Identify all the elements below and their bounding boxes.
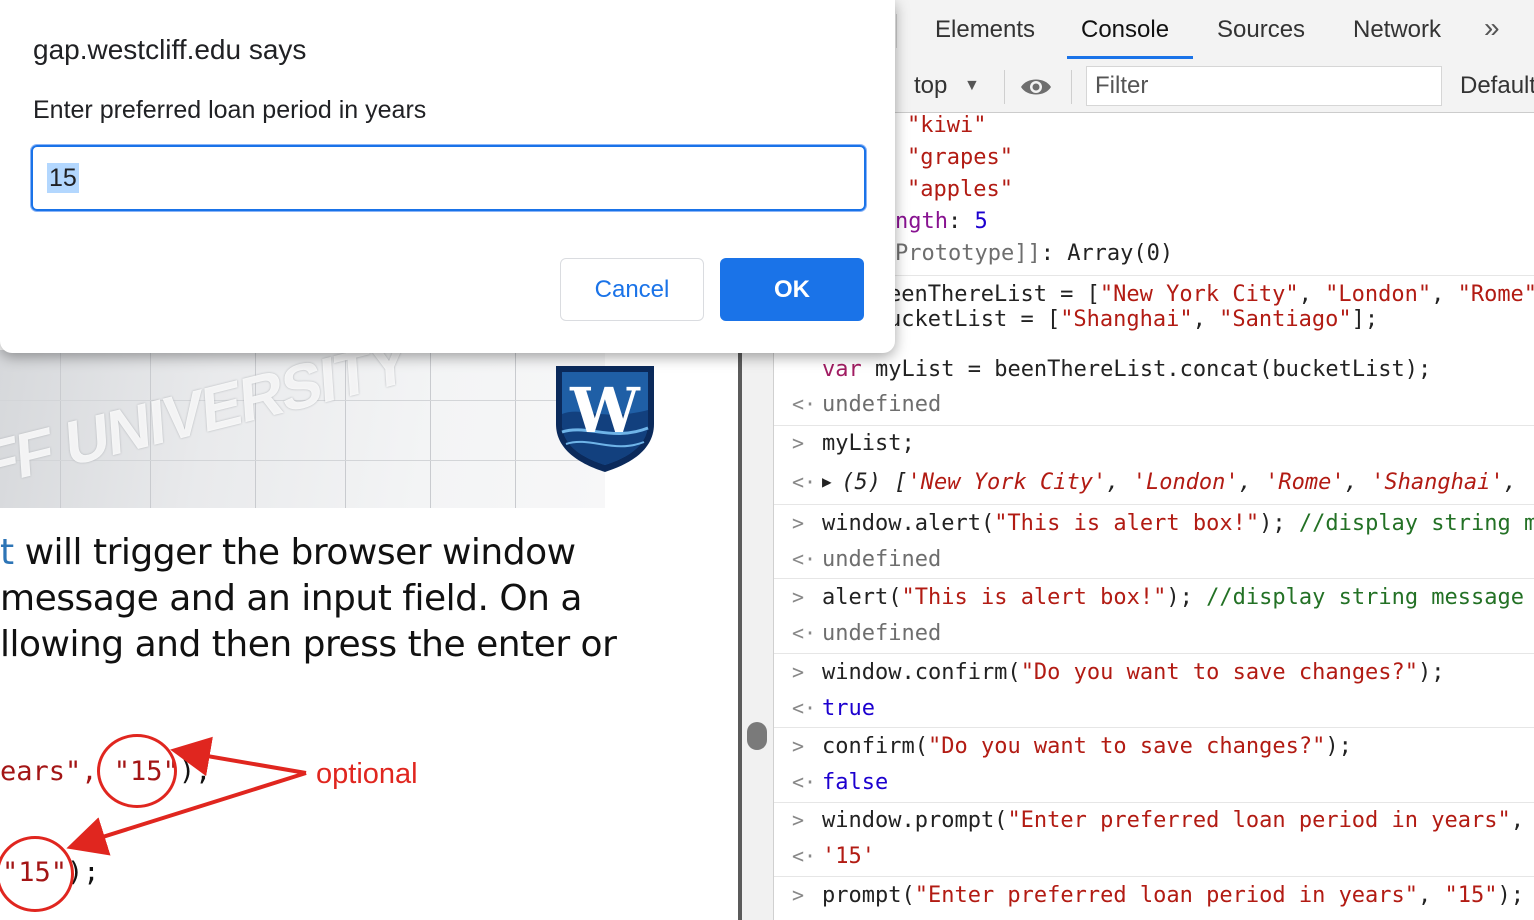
cancel-button[interactable]: Cancel [560, 258, 704, 321]
console-divider [774, 504, 1534, 505]
toolbar-divider [1071, 70, 1072, 104]
code-punctuation: ); [178, 756, 212, 787]
input-chevron-icon: > [792, 660, 805, 684]
slide-paragraph-line-3: llowing and then press the enter or [0, 624, 617, 665]
filter-input[interactable] [1087, 67, 1437, 105]
tab-network[interactable]: Network [1353, 16, 1441, 44]
result-arrow-icon: <· [792, 392, 817, 416]
more-tabs-chevron-icon[interactable]: » [1484, 12, 1500, 44]
input-chevron-icon: > [792, 808, 805, 832]
console-divider [774, 876, 1534, 877]
logo-letter: W [569, 374, 641, 447]
highlight-circle [97, 734, 177, 808]
banner-window-line [430, 350, 431, 508]
input-chevron-icon: > [792, 883, 805, 907]
tab-sources[interactable]: Sources [1217, 16, 1305, 44]
slide-paragraph-line-2: message and an input field. On a [0, 578, 583, 619]
result-arrow-icon: <· [792, 621, 817, 645]
optional-annotation-label: optional [316, 758, 418, 790]
log-levels-dropdown[interactable]: Default [1460, 72, 1534, 100]
console-divider [774, 727, 1534, 728]
result-arrow-icon: <· [792, 844, 817, 868]
result-arrow-icon: <· [792, 547, 817, 571]
context-selector[interactable]: top ▼ [914, 72, 980, 100]
dialog-message: Enter preferred loan period in years [33, 96, 427, 124]
console-divider [774, 653, 1534, 654]
filter-field[interactable] [1086, 66, 1442, 106]
result-arrow-icon: <· [792, 770, 817, 794]
ok-button[interactable]: OK [720, 258, 864, 321]
active-tab-indicator [1067, 56, 1193, 59]
banner-building-sign: IFF UNIVERSITY [0, 350, 410, 506]
console-divider [774, 425, 1534, 426]
inline-code-fragment: t [0, 532, 14, 573]
tab-elements[interactable]: Elements [935, 16, 1035, 44]
context-selector-label: top [914, 72, 948, 99]
input-chevron-icon: > [792, 511, 805, 535]
console-divider [774, 578, 1534, 579]
expand-triangle-icon: ▶ [822, 472, 842, 491]
console-divider [774, 802, 1534, 803]
highlight-circle [0, 836, 74, 912]
result-arrow-icon: <· [792, 470, 817, 494]
result-arrow-icon: <· [792, 696, 817, 720]
tab-console[interactable]: Console [1081, 16, 1169, 44]
dialog-input-value[interactable]: 15 [47, 163, 79, 193]
slide-paragraph-line-1: t will trigger the browser window [0, 532, 576, 573]
toolbar-divider [1004, 70, 1005, 104]
prompt-dialog: gap.westcliff.edu says Enter preferred l… [0, 0, 895, 353]
input-chevron-icon: > [792, 585, 805, 609]
live-expression-eye-icon[interactable] [1019, 74, 1053, 105]
campus-banner-image: IFF UNIVERSITY [0, 350, 605, 508]
westcliff-shield-logo: W [552, 362, 658, 474]
input-chevron-icon: > [792, 431, 805, 455]
dropdown-triangle-icon: ▼ [964, 77, 980, 94]
tab-divider [896, 14, 897, 48]
dialog-title: gap.westcliff.edu says [33, 34, 307, 65]
slide-text-fragment: will trigger the browser window [13, 532, 576, 573]
dialog-input-field[interactable]: 15 [31, 145, 866, 211]
splitter-drag-handle[interactable] [747, 722, 767, 750]
banner-window-line [515, 350, 516, 508]
input-chevron-icon: > [792, 734, 805, 758]
